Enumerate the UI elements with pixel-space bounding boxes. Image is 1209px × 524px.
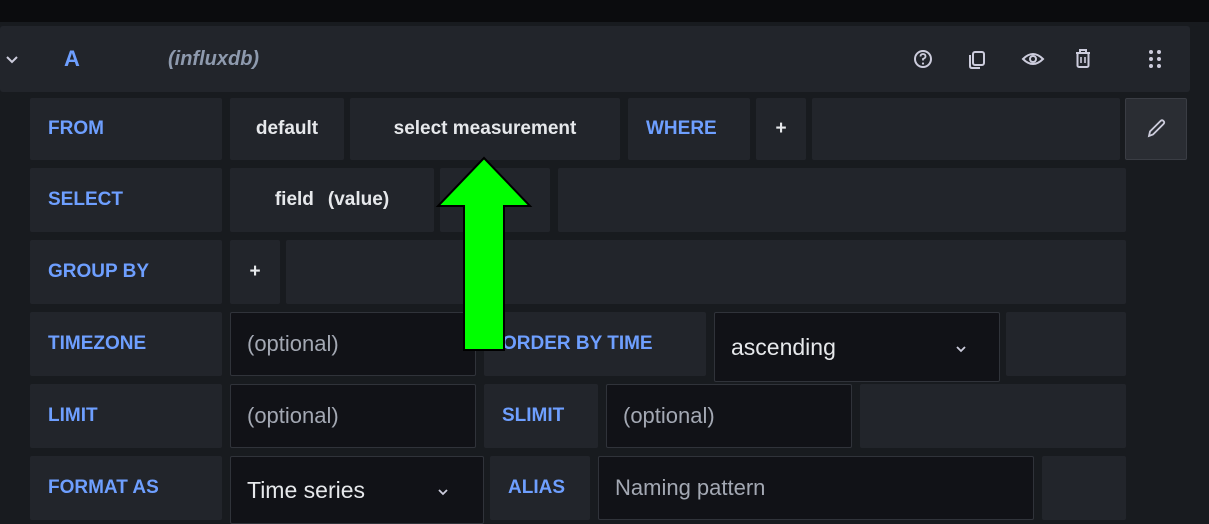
group-by-row-filler <box>286 240 1126 304</box>
format-as-label: FORMAT AS <box>30 456 222 520</box>
order-value: ascending <box>731 333 836 360</box>
help-icon[interactable] <box>908 44 938 74</box>
format-select[interactable]: Time series <box>230 456 484 524</box>
chevron-down-icon <box>956 346 966 353</box>
field-value: (value) <box>327 189 390 210</box>
collapse-chevron-icon[interactable] <box>2 50 22 70</box>
duplicate-icon[interactable] <box>962 44 992 74</box>
order-select[interactable]: ascending <box>714 312 1000 382</box>
pencil-icon <box>1147 119 1166 138</box>
field-segment[interactable]: field (value) <box>230 168 434 232</box>
format-value: Time series <box>247 476 365 503</box>
limit-label: LIMIT <box>30 384 222 448</box>
measurement-segment[interactable]: select measurement <box>350 98 620 160</box>
timezone-input[interactable]: (optional) <box>230 312 476 376</box>
slimit-input[interactable]: (optional) <box>606 384 852 448</box>
trash-icon[interactable] <box>1068 44 1098 74</box>
order-by-time-label: ORDER BY TIME <box>484 312 706 376</box>
group-by-add-button[interactable]: + <box>230 240 280 304</box>
alias-input[interactable]: Naming pattern <box>598 456 1034 520</box>
drag-handle-icon[interactable] <box>1140 44 1170 74</box>
group-by-label: GROUP BY <box>30 240 222 304</box>
select-add-button[interactable]: + <box>440 168 550 232</box>
eye-icon[interactable] <box>1018 44 1048 74</box>
datasource-name: (influxdb) <box>168 48 260 70</box>
query-letter[interactable]: A <box>64 46 80 72</box>
select-label: SELECT <box>30 168 222 232</box>
top-strip <box>0 0 1209 22</box>
format-row-filler <box>1042 456 1126 520</box>
from-row-filler <box>812 98 1120 160</box>
where-label: WHERE <box>628 98 750 160</box>
field-function: field <box>274 189 314 210</box>
edit-raw-query-button[interactable] <box>1125 98 1187 160</box>
slimit-label: SLIMIT <box>484 384 598 448</box>
timezone-label: TIMEZONE <box>30 312 222 376</box>
where-add-button[interactable]: + <box>756 98 806 160</box>
limit-input[interactable]: (optional) <box>230 384 476 448</box>
timezone-row-filler <box>1006 312 1126 376</box>
retention-policy-segment[interactable]: default <box>230 98 344 160</box>
from-label: FROM <box>30 98 222 160</box>
select-row-filler <box>558 168 1126 232</box>
query-header: A (influxdb) <box>0 26 1190 92</box>
alias-label: ALIAS <box>490 456 590 520</box>
chevron-down-icon <box>438 489 448 496</box>
limit-row-filler <box>860 384 1126 448</box>
